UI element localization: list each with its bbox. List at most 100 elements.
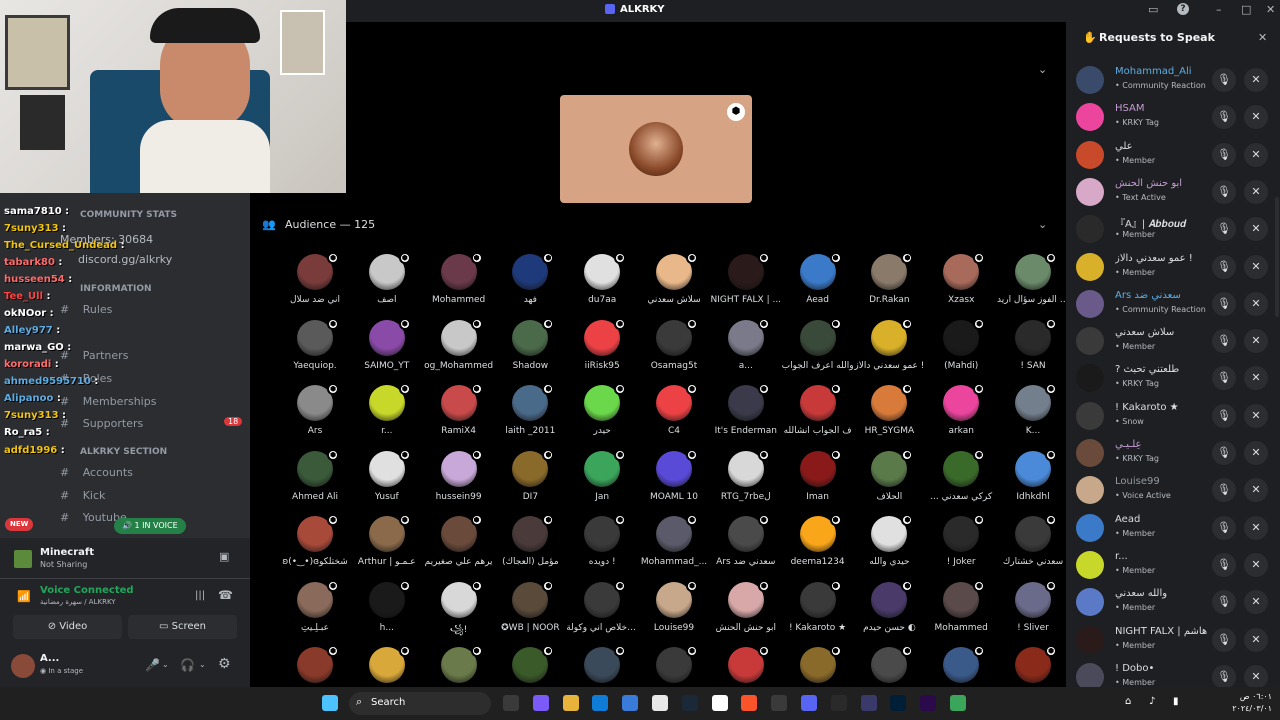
audience-member[interactable]: ⬢ Jan — [566, 448, 638, 515]
audience-member[interactable]: ⬢ Arthur | عـمـو — [351, 514, 423, 580]
taskbar-app-icon[interactable] — [652, 695, 668, 711]
taskbar-app-icon[interactable] — [741, 695, 758, 711]
audience-member[interactable]: ⬢ RamiX4 — [423, 383, 495, 449]
invite-to-speak-button[interactable]: 🎙 — [1212, 254, 1236, 279]
audience-member[interactable]: ⬢ RTG_7rbeل — [710, 448, 782, 515]
invite-to-speak-button[interactable]: 🎙 — [1212, 627, 1236, 652]
taskbar-app-icon[interactable] — [622, 695, 639, 711]
audience-member[interactable]: ⬢ والله اعرف الجواب — [782, 317, 854, 384]
invite-to-speak-button[interactable]: 🎙 — [1212, 552, 1236, 577]
audience-member[interactable]: ⬢ ... كركي سعدني — [925, 448, 997, 515]
help-icon[interactable]: ? — [1177, 3, 1189, 15]
taskbar-app-icon[interactable] — [503, 695, 519, 711]
voice-channel[interactable]: سهرة رمضانية / ALKRKY — [40, 598, 116, 606]
audience-member[interactable]: ⬢ Dr.Rakan — [853, 252, 925, 318]
invite-to-speak-button[interactable]: 🎙 — [1212, 441, 1236, 465]
taskbar-app-icon[interactable] — [830, 695, 847, 711]
dismiss-button[interactable]: ✕ — [1244, 254, 1268, 279]
mic-icon[interactable]: 🎤 — [145, 658, 160, 672]
gear-icon[interactable]: ⚙ — [218, 656, 231, 672]
dismiss-button[interactable]: ✕ — [1244, 329, 1268, 354]
taskbar-app-icon[interactable] — [562, 695, 579, 711]
audience-member[interactable]: ⬢ اني الفوز سؤال اريد — [997, 252, 1069, 318]
dismiss-button[interactable]: ✕ — [1244, 291, 1268, 316]
dismiss-button[interactable]: ✕ — [1244, 366, 1268, 391]
taskbar-app-icon[interactable] — [771, 695, 788, 711]
audience-member[interactable]: ⬢ arkan — [925, 383, 997, 449]
audience-member[interactable]: ⬢ Xzasx — [925, 252, 997, 318]
taskbar-app-icon[interactable] — [711, 695, 728, 711]
audience-member[interactable]: ⬢ (Mahdi) — [925, 317, 997, 384]
audience-member[interactable]: ⬢ Ahmed Ali — [279, 448, 351, 515]
maximize-button[interactable]: □ — [1241, 3, 1251, 16]
invite-to-speak-button[interactable]: 🎙 — [1212, 329, 1236, 354]
audience-member[interactable]: ⬢ Aead — [782, 252, 854, 318]
disconnect-icon[interactable]: ☎ — [218, 588, 233, 602]
audience-member[interactable]: ⬢ Iman — [782, 448, 854, 515]
in-voice-badge[interactable]: 🔊 1 IN VOICE — [114, 518, 186, 534]
audience-member[interactable]: ⬢ Ars — [279, 383, 351, 449]
invite-to-speak-button[interactable]: 🎙 — [1212, 366, 1236, 391]
audience-member[interactable]: ⬢ سلاش سعدني — [638, 252, 710, 318]
audience-member[interactable]: ⬢ ! Joker — [925, 514, 997, 580]
clock-time[interactable]: ٠٦:٠١ ص — [1230, 692, 1272, 701]
audience-member[interactable]: ⬢ laith _2011 — [494, 383, 566, 449]
audience-member[interactable]: ⬢ r... — [351, 383, 423, 449]
chevron-down-icon[interactable]: ⌄ — [1038, 63, 1047, 76]
audience-member[interactable]: ⬢ hussein99 — [423, 448, 495, 515]
audience-member[interactable]: ⬢ iiRisk95 — [566, 317, 638, 384]
audience-member[interactable]: ⬢ du7aa — [566, 252, 638, 318]
channel-item[interactable]: # Accounts — [60, 466, 133, 479]
audience-member[interactable]: ⬢ حيدر — [566, 383, 638, 449]
speaker-tile[interactable]: ⬢ — [560, 95, 752, 203]
dismiss-button[interactable]: ✕ — [1244, 478, 1268, 503]
dismiss-button[interactable]: ✕ — [1244, 664, 1268, 689]
taskbar-app-icon[interactable] — [681, 695, 698, 711]
dismiss-button[interactable]: ✕ — [1244, 441, 1268, 465]
minimize-button[interactable]: – — [1216, 3, 1222, 16]
audience-member[interactable]: ⬢ K... — [997, 383, 1069, 449]
dismiss-button[interactable]: ✕ — [1244, 590, 1268, 615]
search-box[interactable]: ⌕ Search — [349, 692, 491, 715]
audience-member[interactable]: ⬢ ! SAN — [997, 317, 1069, 384]
invite-to-speak-button[interactable]: 🎙 — [1212, 590, 1236, 615]
invite-to-speak-button[interactable]: 🎙 — [1212, 403, 1236, 428]
battery-icon[interactable]: ▮ — [1173, 696, 1179, 707]
taskbar-app-icon[interactable] — [860, 695, 877, 711]
audience-member[interactable]: ⬢ SAIMO_YT — [351, 317, 423, 384]
invite-to-speak-button[interactable]: 🎙 — [1212, 179, 1236, 204]
invite-to-speak-button[interactable]: 🎙 — [1212, 478, 1236, 503]
audience-member[interactable]: ⬢ og_Mohammed — [423, 317, 495, 384]
noise-icon[interactable]: ||| — [195, 590, 205, 601]
taskbar-app-icon[interactable] — [950, 695, 966, 711]
audience-member[interactable]: ⬢ ꧁! — [423, 579, 495, 646]
audience-member[interactable]: ⬢ ابو حنش الحنش — [710, 579, 782, 646]
audience-member[interactable]: ⬢ HR_SYGMA — [853, 383, 925, 449]
audience-member[interactable]: ⬢ DI7 — [494, 448, 566, 515]
chevron-down-icon[interactable]: ⌄ — [162, 660, 169, 669]
dismiss-button[interactable]: ✕ — [1244, 217, 1268, 242]
volume-icon[interactable]: ♪ — [1149, 696, 1155, 707]
dismiss-button[interactable]: ✕ — [1244, 403, 1268, 428]
scrollbar[interactable] — [1275, 197, 1279, 317]
audience-member[interactable]: ⬢ a... — [710, 317, 782, 384]
audience-member[interactable]: ⬢ ! Kakaroto ★ — [782, 579, 854, 646]
invite-to-speak-button[interactable]: 🎙 — [1212, 291, 1236, 316]
dismiss-button[interactable]: ✕ — [1244, 552, 1268, 577]
audience-member[interactable]: ⬢ Mohammed — [925, 579, 997, 646]
dismiss-button[interactable]: ✕ — [1244, 142, 1268, 167]
audience-member[interactable]: ⬢ حيدي والله — [853, 514, 925, 580]
audience-member[interactable]: ⬢ يرهم علي صغيريم — [423, 514, 495, 580]
invite-to-speak-button[interactable]: 🎙 — [1212, 217, 1236, 242]
wifi-icon[interactable]: ⌂ — [1125, 696, 1131, 707]
taskbar-app-icon[interactable] — [801, 695, 817, 711]
audience-member[interactable]: ⬢ خلاص اني وكولة ... — [566, 579, 638, 646]
audience-member[interactable]: ⬢ h... — [351, 579, 423, 646]
audience-member[interactable]: ⬢ NIGHT FALX | ... — [710, 252, 782, 318]
audience-member[interactable]: ⬢ MOAML 10 — [638, 448, 710, 515]
audience-member[interactable]: ⬢ ✪WB | NOOR — [494, 579, 566, 646]
taskbar-app-icon[interactable] — [532, 695, 549, 711]
audience-member[interactable]: ⬢ اني ضد سلال — [279, 252, 351, 318]
invite-to-speak-button[interactable]: 🎙 — [1212, 664, 1236, 689]
avatar[interactable] — [11, 654, 35, 678]
